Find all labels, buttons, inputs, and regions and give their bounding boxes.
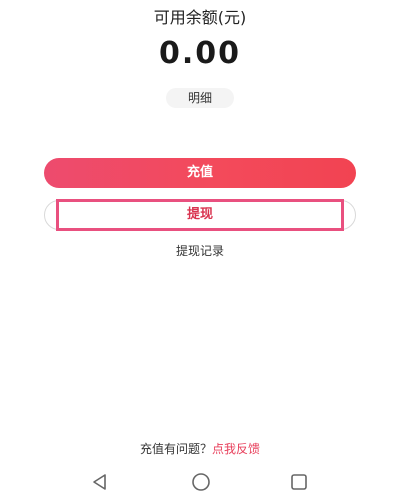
balance-amount: 0.00 [158,36,242,71]
recharge-button[interactable]: 充值 [44,158,356,188]
withdraw-record-link[interactable]: 提现记录 [0,242,400,259]
balance-title: 可用余额(元) [153,8,247,27]
home-circle-icon [192,473,210,491]
feedback-link[interactable]: 点我反馈 [212,442,260,456]
feedback-row: 充值有问题？点我反馈 [0,440,400,457]
recent-apps-square-icon [291,474,307,490]
detail-button[interactable]: 明细 [166,88,234,108]
back-triangle-icon [93,474,106,490]
home-button[interactable] [189,472,213,492]
withdraw-button[interactable]: 提现 [56,199,344,231]
system-navigation-bar [0,468,400,496]
recent-apps-button[interactable] [287,472,311,492]
back-button[interactable] [88,472,112,492]
feedback-question: 充值有问题？ [139,442,212,456]
